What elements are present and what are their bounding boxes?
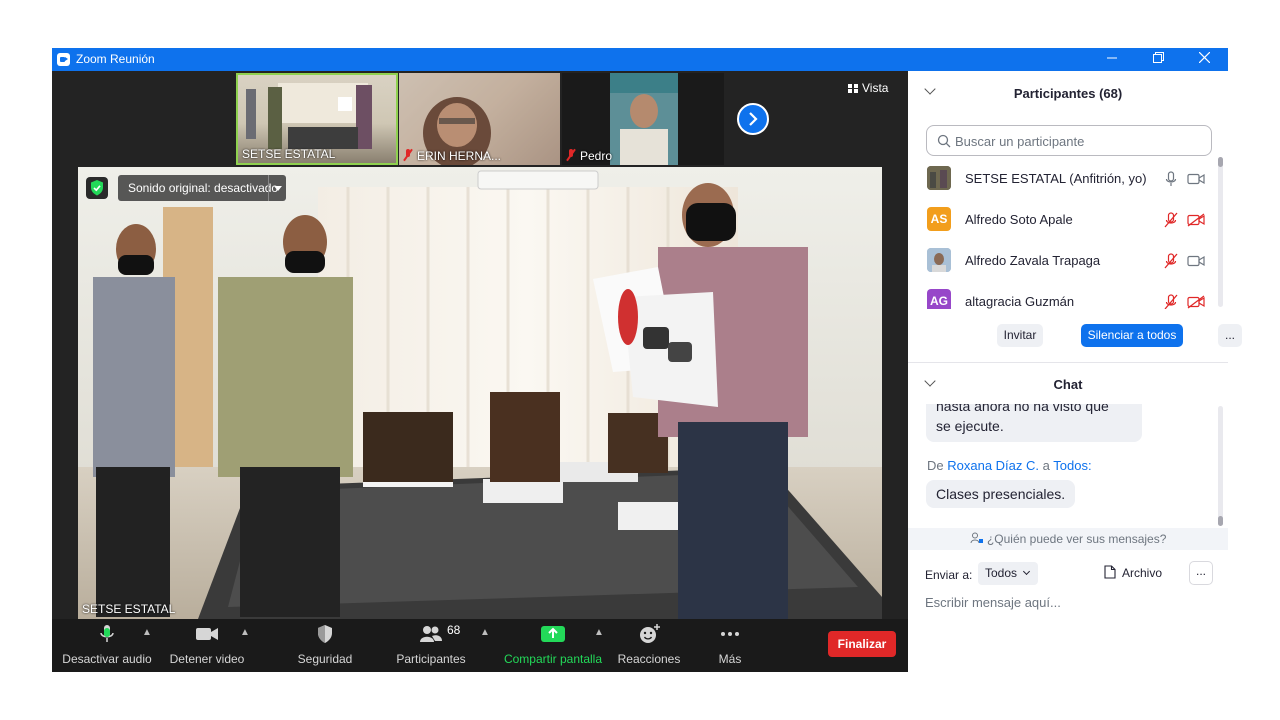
- chat-message-bubble: hasta ahora no ha visto que se ejecute.: [926, 404, 1142, 442]
- view-button[interactable]: Vista: [848, 81, 888, 95]
- dropdown-arrow-icon[interactable]: [268, 175, 286, 201]
- video-off-icon[interactable]: [1187, 295, 1205, 309]
- video-options-caret-icon[interactable]: ▲: [240, 627, 250, 638]
- chat-message-input[interactable]: Escribir mensaje aquí...: [925, 595, 1061, 610]
- video-camera-icon[interactable]: [1187, 254, 1205, 268]
- search-placeholder: Buscar un participante: [955, 134, 1085, 149]
- recipient-link[interactable]: Todos:: [1053, 458, 1091, 473]
- mic-muted-icon[interactable]: [1164, 294, 1178, 309]
- original-sound-button[interactable]: Sonido original: desactivado: [118, 175, 286, 201]
- thumbnail-name: ERIN HERNA...: [403, 149, 501, 163]
- emoji-add-icon: [640, 624, 660, 643]
- audio-options-caret-icon[interactable]: ▲: [142, 627, 152, 638]
- end-meeting-button[interactable]: Finalizar: [828, 631, 896, 657]
- avatar: AG: [927, 289, 951, 309]
- chevron-down-icon: [1022, 567, 1031, 576]
- more-dots-icon: [721, 632, 739, 636]
- mute-all-button[interactable]: Silenciar a todos: [1081, 324, 1183, 347]
- side-panel: Participantes (68) Buscar un participant…: [908, 71, 1242, 672]
- participant-search-input[interactable]: Buscar un participante: [926, 125, 1212, 156]
- next-page-button[interactable]: [737, 103, 769, 135]
- chat-more-button[interactable]: ...: [1189, 561, 1213, 585]
- grid-icon: [848, 84, 858, 93]
- thumbnail-erin[interactable]: ERIN HERNA...: [399, 73, 560, 165]
- sender-name-link[interactable]: Roxana Díaz C.: [947, 458, 1039, 473]
- microphone-icon[interactable]: [1164, 171, 1178, 187]
- invite-button[interactable]: Invitar: [997, 324, 1043, 347]
- participants-scrollbar[interactable]: [1218, 157, 1223, 307]
- mic-muted-icon[interactable]: [1164, 212, 1178, 228]
- video-frame: [78, 167, 882, 619]
- zoom-app-icon: [57, 53, 70, 66]
- zoom-window: Zoom Reunión SETSE ESTATAL ERIN HERNA...…: [52, 48, 1242, 672]
- participants-options-caret-icon[interactable]: ▲: [480, 627, 490, 638]
- video-camera-icon: [196, 628, 218, 640]
- participant-row[interactable]: SETSE ESTATAL (Anfitrión, yo): [924, 158, 1214, 199]
- avatar: [927, 248, 951, 272]
- window-title: Zoom Reunión: [76, 52, 155, 66]
- video-off-icon[interactable]: [1187, 213, 1205, 227]
- chat-sender-line: De Roxana Díaz C. a Todos:: [927, 458, 1092, 473]
- participant-row[interactable]: AG altagracia Guzmán: [924, 281, 1214, 309]
- stop-video-button[interactable]: Detener video: [167, 623, 247, 666]
- title-bar: Zoom Reunión: [52, 48, 1228, 71]
- file-icon: [1104, 565, 1116, 579]
- mute-audio-button[interactable]: Desactivar audio: [62, 623, 152, 666]
- mic-muted-icon[interactable]: [1164, 253, 1178, 269]
- participants-title: Participantes (68): [1013, 86, 1123, 101]
- share-options-caret-icon[interactable]: ▲: [594, 627, 604, 638]
- share-screen-icon: [541, 626, 565, 642]
- participant-row[interactable]: AS Alfredo Soto Apale: [924, 199, 1214, 240]
- chat-message-bubble: Clases presenciales.: [926, 480, 1076, 508]
- mic-muted-icon: [403, 149, 413, 161]
- send-to-label: Enviar a:: [925, 568, 973, 582]
- participants-count: 68: [447, 623, 461, 637]
- chevron-right-icon: [749, 112, 758, 126]
- send-to-dropdown[interactable]: Todos: [978, 562, 1038, 585]
- video-area: SETSE ESTATAL ERIN HERNA... Pedro Vista …: [52, 71, 908, 672]
- minimize-icon[interactable]: [1089, 48, 1135, 71]
- avatar: AS: [927, 207, 951, 231]
- speaker-name-label: SETSE ESTATAL: [82, 602, 176, 616]
- search-icon: [937, 134, 951, 148]
- shield-icon: [318, 625, 332, 643]
- thumbnail-name: Pedro: [566, 149, 612, 163]
- participants-button[interactable]: 68 Participantes: [392, 623, 470, 666]
- participants-icon: [420, 626, 442, 642]
- video-camera-icon[interactable]: [1187, 172, 1205, 186]
- reactions-button[interactable]: Reacciones: [616, 623, 682, 666]
- thumbnail-name: SETSE ESTATAL: [242, 147, 336, 161]
- mic-muted-icon: [566, 149, 576, 161]
- chat-messages: hasta ahora no ha visto que se ejecute. …: [908, 404, 1228, 528]
- who-can-see-bar[interactable]: ¿Quién puede ver sus mensajes?: [908, 528, 1228, 550]
- panel-divider: [908, 362, 1228, 363]
- thumbnail-pedro[interactable]: Pedro: [562, 73, 724, 165]
- security-shield-badge[interactable]: [86, 177, 108, 199]
- avatar: [927, 166, 951, 190]
- thumbnail-setse[interactable]: SETSE ESTATAL: [236, 73, 398, 165]
- chat-scrollbar[interactable]: [1218, 406, 1223, 526]
- security-button[interactable]: Seguridad: [292, 623, 358, 666]
- close-icon[interactable]: [1181, 48, 1227, 71]
- chat-title: Chat: [1053, 377, 1083, 392]
- participants-more-button[interactable]: ...: [1218, 324, 1242, 347]
- microphone-icon: [100, 625, 114, 642]
- file-button[interactable]: Archivo: [1104, 565, 1162, 580]
- restore-icon[interactable]: [1135, 48, 1181, 71]
- more-button[interactable]: Más: [700, 623, 760, 666]
- share-screen-button[interactable]: Compartir pantalla: [500, 623, 606, 666]
- participant-row[interactable]: Alfredo Zavala Trapaga: [924, 240, 1214, 281]
- person-lock-icon: [970, 532, 983, 544]
- main-video: Sonido original: desactivado SETSE ESTAT…: [78, 167, 882, 619]
- shield-check-icon: [91, 180, 103, 196]
- meeting-toolbar: Desactivar audio ▲ Detener video ▲ Segur…: [52, 619, 908, 672]
